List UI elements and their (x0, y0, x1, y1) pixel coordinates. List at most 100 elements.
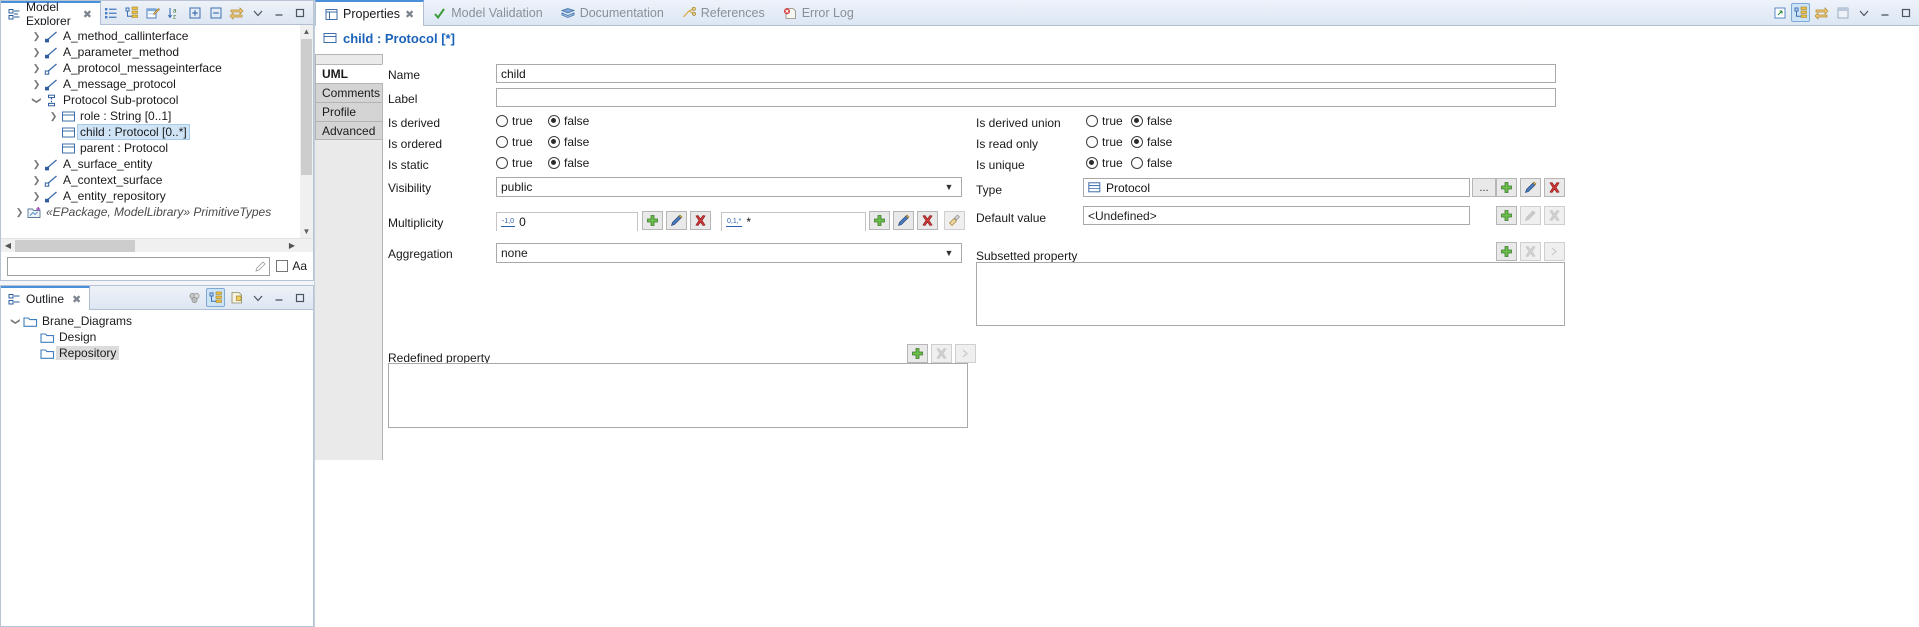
edit-table-icon[interactable] (143, 3, 162, 22)
view-menu-icon[interactable] (248, 3, 267, 22)
is-derived-union-false-radio[interactable]: false (1131, 114, 1172, 128)
restore-icon[interactable] (1833, 3, 1852, 22)
overview-icon[interactable] (185, 288, 204, 307)
collapse-all-icon[interactable] (206, 3, 225, 22)
tree-outline-icon[interactable] (206, 288, 225, 307)
tree-row[interactable]: ❯ A_context_surface (1, 172, 313, 188)
is-ordered-true-radio[interactable]: true (496, 135, 548, 149)
redefined-property-list[interactable] (388, 363, 968, 428)
tree-row[interactable]: ❯ A_message_protocol (1, 76, 313, 92)
hscrollbar-thumb[interactable] (15, 239, 135, 252)
scrollbar-thumb[interactable] (301, 39, 312, 175)
default-value-add-button[interactable] (1496, 206, 1517, 225)
maximize-icon[interactable] (290, 3, 309, 22)
model-explorer-vscrollbar[interactable]: ▲ ▼ (300, 25, 313, 238)
is-ordered-radio-group[interactable]: true false (496, 135, 589, 149)
expand-all-icon[interactable] (185, 3, 204, 22)
is-derived-union-radio-group[interactable]: true false (1086, 114, 1172, 128)
tree-row[interactable]: ❯ Protocol Sub-protocol (1, 92, 313, 108)
multiplicity-upper-add-button[interactable] (869, 211, 890, 230)
tab-documentation[interactable]: Documentation (552, 0, 673, 26)
subsetted-property-list[interactable] (976, 262, 1565, 326)
tree-row[interactable]: ❯ A_entity_repository (1, 188, 313, 204)
label-input[interactable] (496, 88, 1556, 107)
chevron-right-icon[interactable]: ❯ (30, 175, 43, 186)
tree-row[interactable]: Repository (1, 345, 313, 361)
tree-row[interactable]: ❯ A_protocol_messageinterface (1, 60, 313, 76)
multiplicity-edit-button[interactable] (666, 211, 687, 230)
tab-outline[interactable]: Outline ✖ (1, 286, 91, 310)
tree-row[interactable]: ❯ A_surface_entity (1, 156, 313, 172)
visibility-select[interactable]: public ▼ (496, 177, 962, 197)
type-browse-button[interactable]: ... (1472, 178, 1496, 197)
is-derived-union-true-radio[interactable]: true (1086, 114, 1131, 128)
outline-tree[interactable]: ❯ Brane_Diagrams Design Repository (1, 310, 313, 626)
chevron-right-icon[interactable]: ❯ (30, 47, 43, 58)
maximize-icon[interactable] (1896, 3, 1915, 22)
multiplicity-upper-edit-button[interactable] (893, 211, 914, 230)
is-unique-true-radio[interactable]: true (1086, 156, 1131, 170)
aggregation-select[interactable]: none ▼ (496, 243, 962, 263)
side-tab-uml[interactable]: UML (315, 64, 383, 83)
chevron-right-icon[interactable]: ❯ (30, 159, 43, 170)
is-derived-true-radio[interactable]: true (496, 114, 548, 128)
chevron-down-icon[interactable]: ▼ (941, 182, 957, 192)
tree-row[interactable]: Design (1, 329, 313, 345)
name-input[interactable]: child (496, 64, 1556, 83)
multiplicity-advanced-button[interactable] (944, 211, 965, 230)
is-unique-false-radio[interactable]: false (1131, 156, 1172, 170)
is-derived-radio-group[interactable]: true false (496, 114, 589, 128)
is-ordered-false-radio[interactable]: false (548, 135, 589, 149)
pin-icon[interactable] (1770, 3, 1789, 22)
tab-properties[interactable]: Properties ✖ (315, 0, 425, 26)
tab-references[interactable]: References (673, 0, 774, 26)
side-tab-advanced[interactable]: Advanced (315, 121, 383, 140)
maximize-icon[interactable] (290, 288, 309, 307)
tree-row[interactable]: ❯ role : String [0..1] (1, 108, 313, 124)
chevron-down-icon[interactable]: ❯ (31, 94, 42, 107)
view-menu-icon[interactable] (1854, 3, 1873, 22)
multiplicity-add-button[interactable] (642, 211, 663, 230)
sort-az-icon[interactable]: a z (164, 3, 183, 22)
minimize-icon[interactable] (1875, 3, 1894, 22)
is-static-false-radio[interactable]: false (548, 156, 589, 170)
is-read-only-radio-group[interactable]: true false (1086, 135, 1172, 149)
side-tab-comments[interactable]: Comments (315, 83, 383, 102)
close-icon[interactable]: ✖ (405, 8, 414, 21)
scroll-down-icon[interactable]: ▼ (300, 225, 313, 238)
chevron-right-icon[interactable]: ❯ (30, 31, 43, 42)
tab-error-log[interactable]: Error Log (774, 0, 863, 26)
scroll-right-icon[interactable]: ▶ (285, 239, 299, 253)
default-value-delete-button[interactable] (1544, 206, 1565, 225)
scroll-left-icon[interactable]: ◀ (1, 239, 15, 253)
redefined-more-button[interactable] (955, 344, 976, 363)
is-derived-false-radio[interactable]: false (548, 114, 589, 128)
chevron-right-icon[interactable]: ❯ (30, 191, 43, 202)
tree-row[interactable]: child : Protocol [0..*] (1, 124, 313, 140)
tree-row[interactable]: ❯ Brane_Diagrams (1, 313, 313, 329)
tree-row[interactable]: ❯ A_method_callinterface (1, 28, 313, 44)
filter-input[interactable] (7, 256, 271, 276)
chevron-right-icon[interactable]: ❯ (13, 207, 26, 218)
chevron-right-icon[interactable]: ❯ (30, 63, 43, 74)
redefined-delete-button[interactable] (931, 344, 952, 363)
multiplicity-delete-button[interactable] (690, 211, 711, 230)
close-icon[interactable]: ✖ (72, 293, 81, 306)
is-read-only-true-radio[interactable]: true (1086, 135, 1131, 149)
link-icon[interactable] (1812, 3, 1831, 22)
type-delete-button[interactable] (1544, 178, 1565, 197)
model-explorer-tree[interactable]: ❯ A_method_callinterface ❯ A_parameter_meth… (1, 25, 313, 238)
model-explorer-hscrollbar[interactable]: ◀ ▶ (1, 238, 313, 252)
tree-row[interactable]: ❯ A_parameter_method (1, 44, 313, 60)
link-sync-icon[interactable] (227, 3, 246, 22)
subsetted-delete-button[interactable] (1520, 242, 1541, 261)
type-edit-button[interactable] (1520, 178, 1541, 197)
type-input[interactable]: Protocol (1083, 178, 1470, 197)
side-tab-profile[interactable]: Profile (315, 102, 383, 121)
list-icon[interactable] (101, 3, 120, 22)
default-value-edit-button[interactable] (1520, 206, 1541, 225)
subsetted-more-button[interactable] (1544, 242, 1565, 261)
scroll-up-icon[interactable]: ▲ (300, 25, 313, 38)
minimize-icon[interactable] (269, 3, 288, 22)
close-icon[interactable]: ✖ (83, 8, 92, 21)
